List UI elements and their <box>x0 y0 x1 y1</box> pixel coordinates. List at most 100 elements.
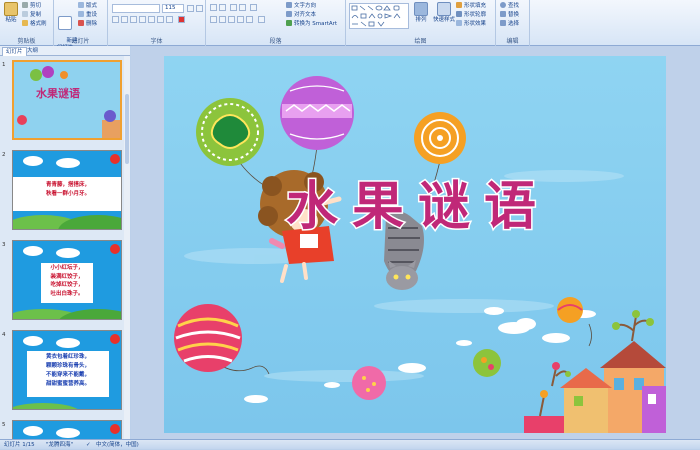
paragraph-group: 文字方向 对齐文本 转换为 SmartArt 段落 <box>206 0 346 46</box>
drawing-group: 排列 快速样式 形状填充 形状轮廓 形状效果 绘图 <box>346 0 496 46</box>
shrink-font-icon[interactable] <box>196 5 203 12</box>
pink-balloon <box>174 304 242 372</box>
char-spacing-icon[interactable] <box>157 16 164 23</box>
slide-thumbnail-2[interactable]: 青青藤，搭搭床， 秋看一群小月牙。 <box>12 150 122 230</box>
current-slide[interactable]: 水果谜语 <box>164 56 666 433</box>
editing-group: 查找 替换 选择 编辑 <box>496 0 530 46</box>
smartart-button[interactable]: 转换为 SmartArt <box>286 20 337 28</box>
copy-icon <box>22 11 28 17</box>
fill-icon <box>456 2 462 8</box>
arrange-button[interactable]: 排列 <box>412 2 430 24</box>
drawing-group-label: 绘图 <box>414 38 427 45</box>
slide-number: 3 <box>2 242 6 248</box>
slides-group-label: 幻灯片 <box>71 38 90 45</box>
slide-thumbnail-5[interactable] <box>12 420 122 439</box>
slide-editor: 水果谜语 <box>131 46 700 439</box>
smartart-icon <box>286 20 292 26</box>
underline-icon[interactable] <box>130 16 137 23</box>
ribbon: 粘贴 剪切 复制 格式刷 剪贴板 新建 幻灯片 版式 重设 删除 幻灯片 115… <box>0 0 700 51</box>
slide-thumbnail-1[interactable]: 水果谜语 <box>12 60 122 140</box>
select-icon <box>500 20 506 26</box>
orange-balloon <box>414 112 466 164</box>
cut-button[interactable]: 剪切 <box>22 2 41 10</box>
slide-number: 2 <box>2 152 6 158</box>
decrease-indent-icon[interactable] <box>230 4 237 11</box>
arrange-icon <box>414 2 428 16</box>
slide-canvas: 水果谜语 <box>164 56 666 433</box>
distribute-icon[interactable] <box>246 16 253 23</box>
slide-thumbnail-4[interactable]: 黄衣包着红珍珠， 颗颗珍珠有骨头， 不能穿来不能戴， 甜甜蜜蜜营养高。 <box>12 330 122 410</box>
status-bar: 幻灯片 1/15 "龙腾四海" ✓ 中文(简体，中国) <box>0 439 700 449</box>
layout-icon <box>78 2 84 8</box>
slide-2-text: 青青藤，搭搭床， 秋看一群小月牙。 <box>45 182 90 197</box>
slide-1-preview: 水果谜语 <box>17 66 120 138</box>
bold-icon[interactable] <box>112 16 119 23</box>
shadow-icon[interactable] <box>148 16 155 23</box>
tab-outline[interactable]: 大纲 <box>24 47 41 56</box>
align-center-icon[interactable] <box>219 16 226 23</box>
slide-number: 4 <box>2 332 6 338</box>
green-balloon <box>196 98 264 166</box>
find-button[interactable]: 查找 <box>500 2 519 10</box>
align-text-icon <box>286 11 292 17</box>
outline-icon <box>456 11 462 17</box>
clipboard-group: 粘贴 剪切 复制 格式刷 剪贴板 <box>0 0 54 46</box>
shape-fill-button[interactable]: 形状填充 <box>456 2 486 10</box>
font-name-box[interactable] <box>112 4 160 13</box>
align-text-button[interactable]: 对齐文本 <box>286 11 316 19</box>
slides-group: 新建 幻灯片 版式 重设 删除 幻灯片 <box>54 0 108 51</box>
slide-4-text: 黄衣包着红珍珠， 颗颗珍珠有骨头， 不能穿来不能戴， 甜甜蜜蜜营养高。 <box>45 354 90 387</box>
justify-icon[interactable] <box>237 16 244 23</box>
increase-indent-icon[interactable] <box>239 4 246 11</box>
font-color-icon[interactable] <box>178 16 185 23</box>
slide-thumbnail-3[interactable]: 小小红坛子， 装满红饺子， 吃掉红饺子， 吐出白珠子。 <box>12 240 122 320</box>
effects-icon <box>456 20 462 26</box>
shape-effects-button[interactable]: 形状效果 <box>456 20 486 28</box>
quick-styles-icon <box>437 2 451 16</box>
format-painter-button[interactable]: 格式刷 <box>22 20 47 28</box>
line-spacing-icon[interactable] <box>250 4 257 11</box>
paragraph-group-label: 段落 <box>269 38 282 45</box>
slide-title[interactable]: 水果谜语 <box>284 175 550 239</box>
layout-button[interactable]: 版式 <box>78 2 97 10</box>
slide-number: 1 <box>2 62 6 68</box>
grow-font-icon[interactable] <box>187 5 194 12</box>
quick-styles-button[interactable]: 快速样式 <box>432 2 456 24</box>
text-direction-button[interactable]: 文字方向 <box>286 2 316 10</box>
svg-text:水果谜语: 水果谜语 <box>36 86 80 100</box>
slide-number: 5 <box>2 422 6 428</box>
font-size-box[interactable]: 115 <box>162 4 184 13</box>
editing-group-label: 编辑 <box>506 38 519 45</box>
scissors-icon <box>22 2 28 8</box>
strikethrough-icon[interactable] <box>139 16 146 23</box>
new-slide-icon <box>58 16 72 30</box>
font-group-label: 字体 <box>150 38 163 45</box>
select-button[interactable]: 选择 <box>500 20 519 28</box>
align-left-icon[interactable] <box>210 16 217 23</box>
slide-5-preview <box>23 424 120 438</box>
reset-button[interactable]: 重设 <box>78 11 97 19</box>
brush-icon <box>22 20 28 26</box>
copy-button[interactable]: 复制 <box>22 11 41 19</box>
numbering-icon[interactable] <box>219 4 226 11</box>
replace-icon <box>500 11 506 17</box>
columns-icon[interactable] <box>258 16 265 23</box>
align-right-icon[interactable] <box>228 16 235 23</box>
panel-tabs: 幻灯片 大纲 <box>0 46 130 56</box>
paste-button[interactable]: 粘贴 <box>2 2 20 24</box>
replace-button[interactable]: 替换 <box>500 11 519 19</box>
search-icon <box>500 2 506 8</box>
change-case-icon[interactable] <box>166 16 173 23</box>
slides-panel: 幻灯片 大纲 1 水果谜语 2 青青藤，搭搭床， 秋看一群小月牙。 3 小小红坛… <box>0 46 130 439</box>
paste-icon <box>4 2 18 16</box>
bullets-icon[interactable] <box>210 4 217 11</box>
panel-scrollbar-thumb[interactable] <box>125 94 129 164</box>
text-direction-icon <box>286 2 292 8</box>
tab-slides[interactable]: 幻灯片 <box>2 47 27 56</box>
shapes-gallery[interactable] <box>349 3 409 29</box>
shape-outline-button[interactable]: 形状轮廓 <box>456 11 486 19</box>
delete-icon <box>78 20 84 26</box>
italic-icon[interactable] <box>121 16 128 23</box>
delete-slide-button[interactable]: 删除 <box>78 20 97 28</box>
purple-balloon <box>280 76 354 150</box>
